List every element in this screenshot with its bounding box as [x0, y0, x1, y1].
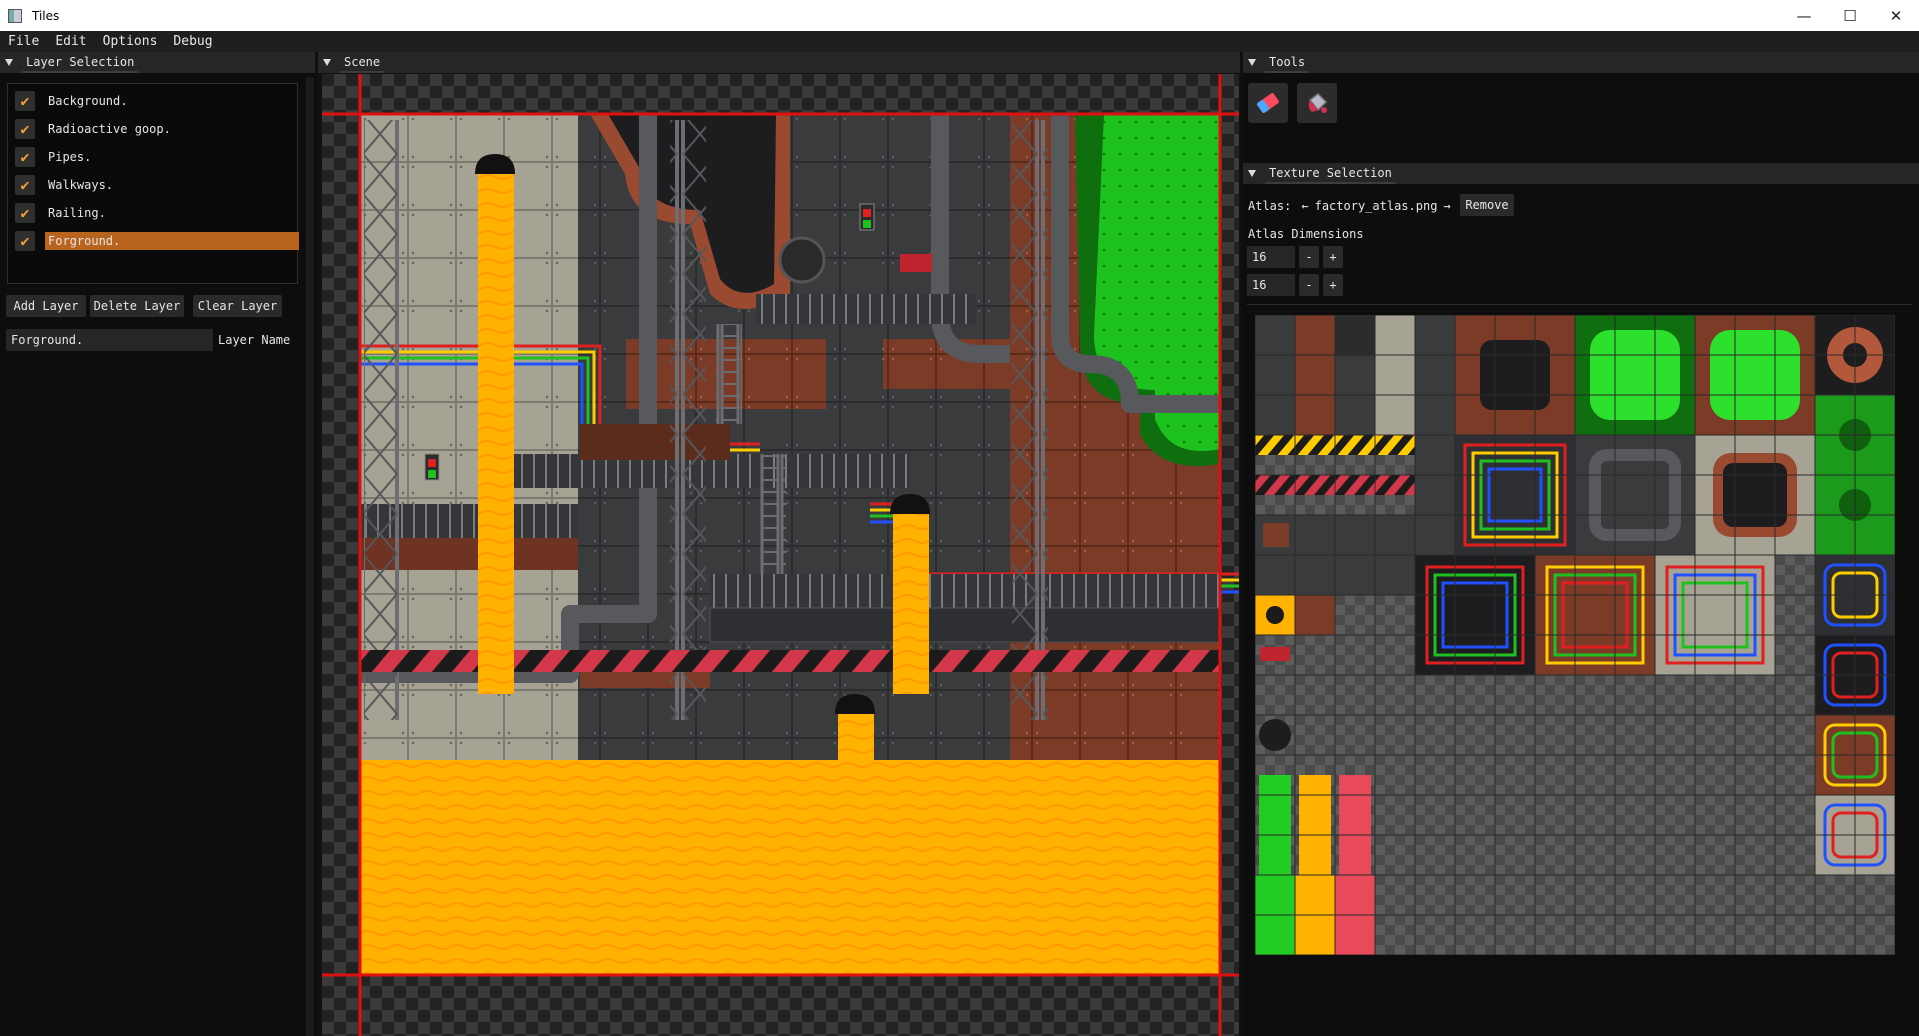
layer-item-label[interactable]: Background.: [45, 92, 299, 110]
texture-panel-header[interactable]: Texture Selection: [1243, 163, 1919, 184]
layer-name-input[interactable]: Forground.: [6, 329, 213, 351]
layer-visible-checkbox[interactable]: ✔: [15, 175, 35, 195]
collapse-triangle-icon[interactable]: [323, 59, 331, 66]
menu-bar: File Edit Options Debug: [0, 31, 1919, 52]
close-button[interactable]: ✕: [1873, 0, 1919, 31]
scene-panel-title: Scene: [340, 53, 385, 73]
atlas-tiles[interactable]: [1255, 315, 1895, 955]
dim-x-minus-button[interactable]: -: [1299, 246, 1319, 268]
window-title: Tiles: [32, 8, 60, 23]
atlas-grid-lines: [1255, 315, 1895, 955]
collapse-triangle-icon[interactable]: [5, 59, 13, 66]
tilemap-render[interactable]: [322, 74, 1239, 1036]
collapse-triangle-icon[interactable]: [1248, 59, 1256, 66]
red-toolbox: [900, 254, 932, 272]
app-icon: [8, 8, 22, 23]
menu-debug[interactable]: Debug: [165, 34, 220, 49]
menu-edit[interactable]: Edit: [47, 34, 94, 49]
lava-fall: [893, 514, 929, 694]
dim-x-plus-button[interactable]: +: [1323, 246, 1343, 268]
fill-bucket-icon: [1308, 93, 1328, 113]
walkway-platform: [580, 424, 730, 460]
title-bar: Tiles — ☐ ✕: [0, 0, 1919, 31]
layer-panel-header[interactable]: Layer Selection: [0, 52, 315, 73]
menu-options[interactable]: Options: [95, 34, 166, 49]
tools-panel-title: Tools: [1265, 53, 1310, 73]
remove-atlas-button[interactable]: Remove: [1460, 194, 1514, 216]
layer-visible-checkbox[interactable]: ✔: [15, 203, 35, 223]
add-layer-button[interactable]: Add Layer: [6, 295, 86, 317]
texture-panel-title: Texture Selection: [1265, 164, 1396, 184]
menu-file[interactable]: File: [0, 34, 47, 49]
maximize-button[interactable]: ☐: [1827, 0, 1873, 31]
layer-item-label[interactable]: Pipes.: [45, 148, 299, 166]
walkway-rail: [756, 294, 976, 324]
layer-visible-checkbox[interactable]: ✔: [15, 91, 35, 111]
layer-visible-checkbox[interactable]: ✔: [15, 147, 35, 167]
layer-item-label[interactable]: Walkways.: [45, 176, 299, 194]
layer-item-label[interactable]: Railing.: [45, 204, 299, 222]
layer-item-label[interactable]: Radioactive goop.: [45, 120, 299, 138]
atlas-dimension-y-input[interactable]: 16: [1247, 274, 1295, 296]
walkway-platform: [709, 607, 1221, 643]
tools-panel-header[interactable]: Tools: [1243, 52, 1919, 73]
ladder: [716, 324, 742, 424]
layer-list: ✔ Background. ✔ Radioactive goop. ✔ Pipe…: [7, 83, 299, 284]
layer-visible-checkbox[interactable]: ✔: [15, 119, 35, 139]
collapse-triangle-icon[interactable]: [1248, 170, 1256, 177]
separator: [1247, 304, 1912, 305]
lava-fall: [478, 174, 514, 694]
dim-y-minus-button[interactable]: -: [1299, 274, 1319, 296]
lava-pool: [360, 760, 1220, 974]
vent: [778, 236, 826, 284]
atlas-row: Atlas: ← factory_atlas.png →: [1248, 199, 1451, 213]
atlas-dimension-x-input[interactable]: 16: [1247, 246, 1295, 268]
eraser-icon: [1257, 93, 1279, 113]
scene-viewport[interactable]: [322, 74, 1239, 1036]
layer-item-label[interactable]: Forground.: [45, 232, 299, 250]
fill-tool-button[interactable]: [1297, 83, 1337, 123]
eraser-tool-button[interactable]: [1248, 83, 1288, 123]
atlas-dimensions-label: Atlas Dimensions: [1248, 227, 1364, 241]
ladder: [760, 454, 786, 574]
layer-item[interactable]: ✔ Walkways.: [15, 174, 299, 196]
delete-layer-button[interactable]: Delete Layer: [90, 295, 184, 317]
layer-item[interactable]: ✔ Background.: [15, 90, 299, 112]
walkway-rail: [710, 574, 1220, 608]
arrow-right-icon: →: [1443, 199, 1451, 213]
atlas-file-name[interactable]: factory_atlas.png: [1315, 199, 1438, 213]
layer-item-selected[interactable]: ✔ Forground.: [15, 230, 299, 252]
layer-item[interactable]: ✔ Railing.: [15, 202, 299, 224]
left-panel-scrollbar[interactable]: [306, 77, 314, 1036]
texture-atlas-grid[interactable]: [1255, 315, 1895, 955]
atlas-label: Atlas:: [1248, 199, 1292, 213]
scene-panel-header[interactable]: Scene: [318, 52, 1240, 73]
arrow-left-icon: ←: [1301, 199, 1309, 213]
tools-panel: Tools: [1243, 52, 1919, 162]
layer-item[interactable]: ✔ Radioactive goop.: [15, 118, 299, 140]
dim-y-plus-button[interactable]: +: [1323, 274, 1343, 296]
scaffold: [670, 120, 706, 720]
minimize-button[interactable]: —: [1781, 0, 1827, 31]
layer-name-label: Layer Name: [218, 333, 291, 347]
layer-panel-title: Layer Selection: [22, 53, 139, 73]
layer-item[interactable]: ✔ Pipes.: [15, 146, 299, 168]
clear-layer-button[interactable]: Clear Layer: [193, 295, 282, 317]
layer-visible-checkbox[interactable]: ✔: [15, 231, 35, 251]
scaffold: [364, 120, 400, 720]
scaffold: [1012, 120, 1048, 720]
